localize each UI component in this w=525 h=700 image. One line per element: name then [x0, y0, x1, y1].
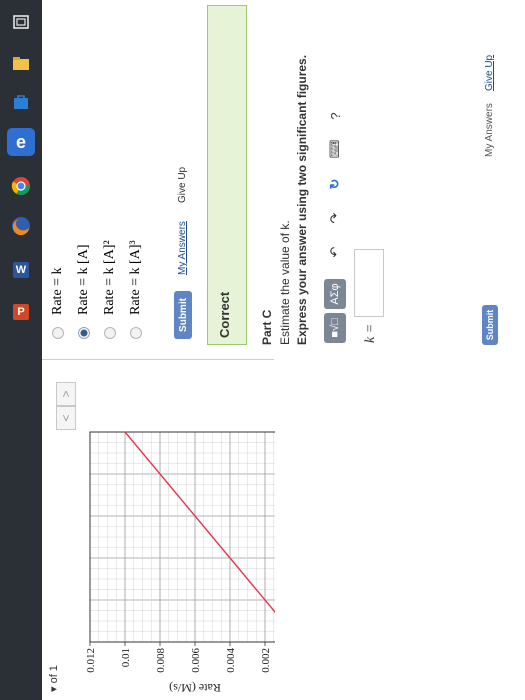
edge-icon[interactable]: e: [7, 128, 35, 156]
powerpoint-icon[interactable]: P: [7, 298, 35, 326]
answer-option-formula: Rate = k [A]²: [102, 240, 117, 315]
help-icon[interactable]: ?: [324, 109, 346, 123]
radio-selected-icon[interactable]: [78, 327, 90, 339]
part-c-my-answers-link[interactable]: My Answers: [484, 103, 495, 157]
feedback-box: Correct: [207, 5, 247, 345]
keyboard-icon[interactable]: ⌨: [324, 139, 346, 159]
edge-glyph: e: [15, 131, 26, 152]
graph-panel: ▾ of 1 < > 00.20.40.60.8100.0020.0040.00…: [42, 359, 275, 700]
undo-icon[interactable]: ↶: [324, 243, 346, 261]
powerpoint-glyph: P: [17, 306, 25, 318]
equation-toolbar: ■√□ ΑΣφ ↶ ↷ ↻ ⌨ ?: [322, 5, 348, 345]
page-indicator[interactable]: ▾ of 1: [47, 665, 60, 692]
radio-icon[interactable]: [104, 327, 116, 339]
answer-option-formula: Rate = k [A]³: [128, 240, 143, 315]
y-axis-label: Rate (M/s): [169, 681, 221, 695]
k-label: k =: [363, 323, 378, 343]
word-glyph: W: [15, 264, 27, 276]
my-answers-link[interactable]: My Answers: [177, 221, 188, 275]
rate-vs-concentration-chart: 00.20.40.60.8100.0020.0040.0060.0080.010…: [85, 431, 275, 695]
radio-icon[interactable]: [52, 327, 64, 339]
answer-option[interactable]: Rate = k: [50, 267, 66, 339]
file-explorer-icon[interactable]: [7, 50, 35, 78]
word-icon[interactable]: W: [7, 256, 35, 284]
answer-option[interactable]: Rate = k [A]³: [128, 240, 144, 339]
answer-option[interactable]: Rate = k [A]²: [102, 240, 118, 339]
template-button[interactable]: ■√□: [324, 313, 346, 343]
part-c-instruction: Express your answer using two significan…: [295, 54, 309, 345]
redo-icon[interactable]: ↷: [324, 209, 346, 227]
my-answers-label: My Answers: [177, 221, 188, 275]
y-tick-label: 0.012: [85, 648, 97, 673]
give-up-link[interactable]: Give Up: [177, 167, 188, 203]
radio-icon[interactable]: [130, 327, 142, 339]
answer-option-formula: Rate = k [A]: [76, 244, 91, 316]
y-tick-label: 0.004: [225, 648, 237, 673]
part-c-heading: Part C: [260, 309, 274, 345]
submit-button[interactable]: Submit: [174, 291, 192, 339]
chrome-icon[interactable]: [7, 172, 35, 200]
store-icon[interactable]: [7, 88, 35, 116]
page-content: ▾ of 1 < > 00.20.40.60.8100.0020.0040.00…: [42, 0, 525, 700]
y-tick-label: 0.008: [155, 648, 167, 673]
answer-option[interactable]: Rate = k [A]: [76, 244, 92, 339]
k-answer-input[interactable]: [354, 249, 384, 317]
firefox-icon[interactable]: [7, 212, 35, 240]
reset-icon[interactable]: ↻: [324, 175, 346, 193]
part-c-give-up-link[interactable]: Give Up: [484, 55, 495, 91]
y-tick-label: 0.006: [190, 648, 202, 673]
answer-option-formula: Rate = k: [50, 267, 65, 315]
tablet-mode-icon[interactable]: [7, 8, 35, 36]
symbols-button[interactable]: ΑΣφ: [324, 279, 346, 309]
feedback-text: Correct: [217, 291, 232, 338]
y-tick-label: 0.01: [120, 648, 132, 667]
answer-panel: Rate = k Rate = k [A] Rate = k [A]² Rate = …: [42, 0, 525, 345]
part-c-submit-button[interactable]: Submit: [482, 305, 498, 345]
part-c-prompt: Estimate the value of k.: [278, 220, 292, 345]
y-tick-label: 0.002: [260, 648, 272, 673]
windows-taskbar: e W P: [0, 0, 42, 700]
